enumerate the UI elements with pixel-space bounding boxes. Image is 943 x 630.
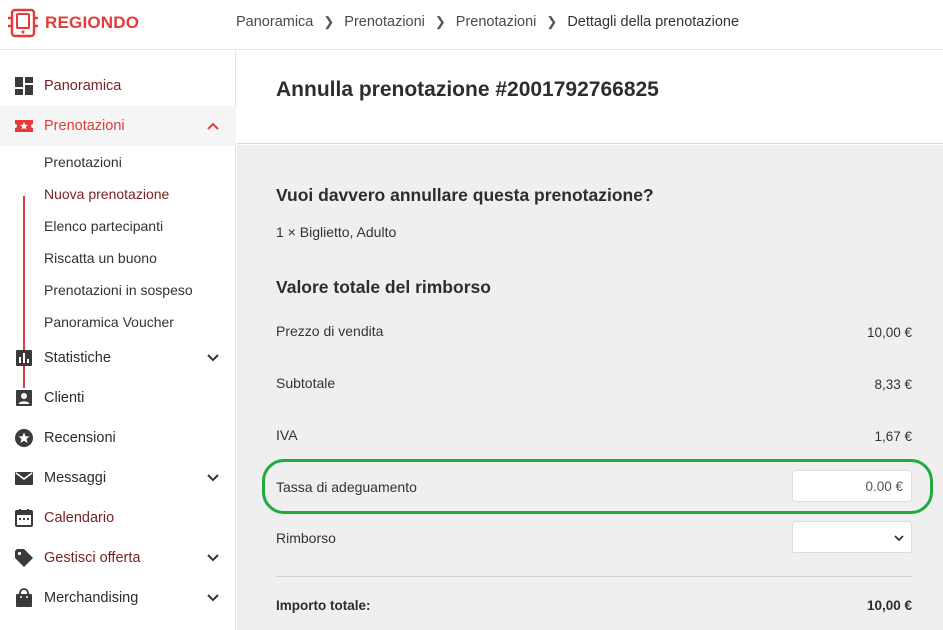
sidebar-item-label: Calendario (44, 510, 115, 526)
sale-price-value: 10,00 € (866, 325, 912, 340)
contact-icon (16, 390, 32, 406)
vat-value: 1,67 € (874, 429, 912, 444)
submenu-item-elenco-partecipanti[interactable]: Elenco partecipanti (0, 210, 236, 242)
tag-icon (15, 549, 33, 567)
breadcrumb-item-panoramica[interactable]: Panoramica (236, 14, 313, 30)
calendar-icon (15, 509, 33, 527)
sidebar-item-recensioni[interactable]: Recensioni (0, 418, 236, 458)
page-header: Annulla prenotazione #2001792766825 (237, 51, 943, 144)
sale-price-label: Prezzo di vendita (276, 323, 384, 339)
sidebar-item-label: Prenotazioni (44, 118, 125, 134)
star-badge-icon (15, 429, 33, 447)
submenu-label: Riscatta un buono (44, 250, 157, 266)
sidebar-item-label: Clienti (44, 390, 85, 406)
logo-icon (8, 8, 38, 38)
brand-name: REGIONDO (45, 13, 140, 32)
chevron-down-icon[interactable] (205, 590, 221, 606)
sidebar-item-prenotazioni[interactable]: Prenotazioni (0, 106, 236, 146)
submenu-item-nuova-prenotazione[interactable]: Nuova prenotazione (0, 178, 236, 210)
sidebar-item-merchandising[interactable]: Merchandising (0, 578, 236, 618)
submenu-item-panoramica-voucher[interactable]: Panoramica Voucher (0, 306, 236, 338)
chevron-right-icon: ❯ (323, 14, 335, 29)
breadcrumb: Panoramica ❯ Prenotazioni ❯ Prenotazioni… (236, 14, 739, 30)
submenu-item-riscatta-buono[interactable]: Riscatta un buono (0, 242, 236, 274)
sidebar-item-label: Merchandising (44, 590, 139, 606)
sidebar-item-gestisci-offerta[interactable]: Gestisci offerta (0, 538, 236, 578)
chevron-right-icon: ❯ (434, 14, 446, 29)
confirm-question: Vuoi davvero annullare questa prenotazio… (276, 185, 654, 205)
chevron-right-icon: ❯ (546, 14, 558, 29)
sidebar: Panoramica Prenotazioni Prenotazioni Nuo… (0, 51, 236, 630)
chevron-down-icon (894, 535, 904, 542)
chevron-down-icon[interactable] (205, 470, 221, 486)
chevron-up-icon[interactable] (205, 118, 221, 134)
sidebar-item-label: Statistiche (44, 350, 111, 366)
sidebar-item-messaggi[interactable]: Messaggi (0, 458, 236, 498)
subtotal-label: Subtotale (276, 375, 336, 391)
shopping-bag-icon (16, 588, 32, 607)
cancel-booking-panel: Vuoi davvero annullare questa prenotazio… (237, 145, 943, 630)
refund-select[interactable] (792, 521, 912, 553)
total-amount-label: Importo totale: (276, 598, 371, 613)
adjustment-fee-input[interactable]: 0.00 € (792, 470, 912, 502)
submenu-item-prenotazioni-sospeso[interactable]: Prenotazioni in sospeso (0, 274, 236, 306)
submenu-label: Nuova prenotazione (44, 186, 170, 202)
sidebar-item-label: Panoramica (44, 78, 122, 94)
vat-label: IVA (276, 427, 298, 443)
refund-section-title: Valore totale del rimborso (276, 277, 491, 297)
adjustment-fee-label: Tassa di adeguamento (276, 479, 417, 495)
divider (276, 576, 912, 577)
submenu-label: Prenotazioni in sospeso (44, 282, 193, 298)
submenu-label: Elenco partecipanti (44, 218, 164, 234)
ticket-star-icon (15, 120, 33, 132)
sidebar-item-label: Gestisci offerta (44, 550, 141, 566)
breadcrumb-item-prenotazioni-list[interactable]: Prenotazioni (456, 14, 537, 30)
page-title: Annulla prenotazione #2001792766825 (276, 78, 659, 101)
sidebar-item-panoramica[interactable]: Panoramica (0, 66, 236, 106)
sidebar-item-calendario[interactable]: Calendario (0, 498, 236, 538)
total-amount-value: 10,00 € (866, 598, 912, 613)
mail-icon (15, 472, 33, 485)
submenu-label: Panoramica Voucher (44, 314, 174, 330)
breadcrumb-item-prenotazioni[interactable]: Prenotazioni (344, 14, 425, 30)
chevron-down-icon[interactable] (205, 350, 221, 366)
sidebar-item-clienti[interactable]: Clienti (0, 378, 236, 418)
sidebar-item-label: Messaggi (44, 470, 107, 486)
chevron-down-icon[interactable] (205, 550, 221, 566)
subtotal-value: 8,33 € (874, 377, 912, 392)
submenu-item-prenotazioni[interactable]: Prenotazioni (0, 146, 236, 178)
sidebar-item-label: Recensioni (44, 430, 116, 446)
top-bar: REGIONDO Panoramica ❯ Prenotazioni ❯ Pre… (0, 0, 943, 50)
refund-label: Rimborso (276, 530, 336, 546)
sidebar-item-statistiche[interactable]: Statistiche (0, 338, 236, 378)
submenu-label: Prenotazioni (44, 154, 122, 170)
breadcrumb-item-current: Dettagli della prenotazione (567, 14, 740, 30)
ticket-summary: 1 × Biglietto, Adulto (276, 224, 397, 240)
dashboard-icon (15, 77, 33, 95)
regiondo-logo[interactable]: REGIONDO (7, 7, 139, 39)
bar-chart-icon (16, 350, 32, 366)
